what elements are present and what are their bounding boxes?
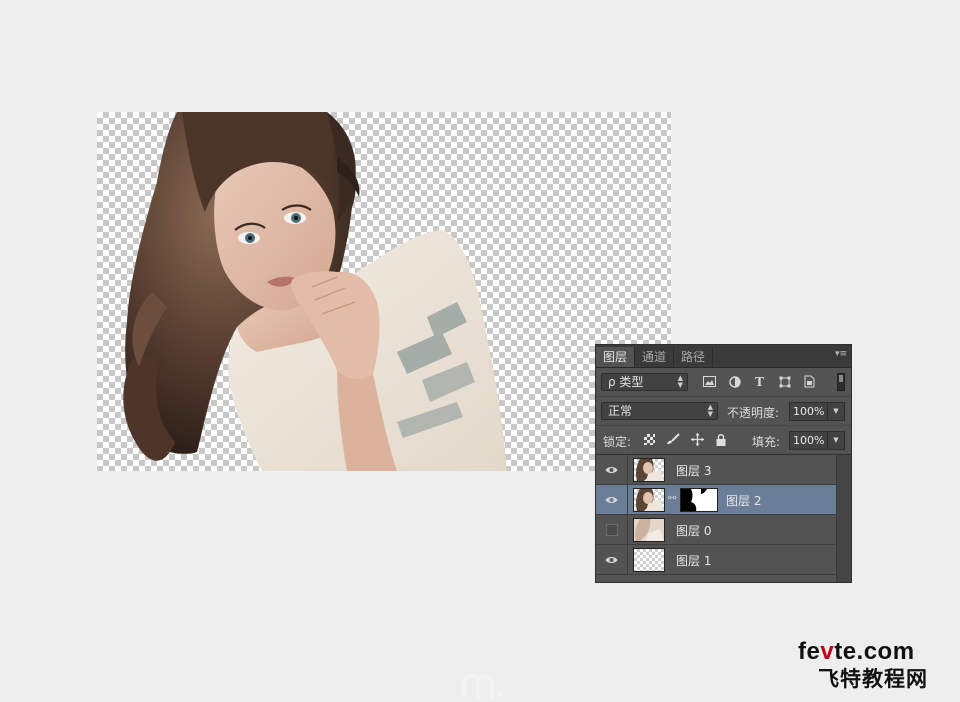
- adjustment-filter-icon[interactable]: [727, 374, 742, 389]
- portrait-image: [123, 112, 508, 471]
- tab-channels[interactable]: 通道: [635, 347, 675, 367]
- type-filter-icon[interactable]: T: [752, 374, 767, 389]
- layer-name: 图层 0: [676, 524, 712, 538]
- tab-layers[interactable]: 图层: [596, 347, 636, 367]
- visibility-toggle[interactable]: [596, 485, 628, 514]
- eye-icon: [605, 466, 618, 473]
- visibility-off-box: [605, 523, 618, 536]
- layer-row[interactable]: 图层 1: [596, 545, 837, 575]
- panel-menu-icon[interactable]: ▾≡: [835, 349, 847, 359]
- image-filter-icon[interactable]: [702, 374, 717, 389]
- layer-thumbnail: [633, 458, 665, 482]
- filter-toggle[interactable]: [837, 373, 845, 391]
- layer-name: 图层 3: [676, 464, 712, 478]
- layer-thumbnail: [633, 548, 665, 572]
- layers-panel: 图层 通道 路径 ▾≡ ρ 类型 ▲ ▼ T 正常 ▲ ▼ 不透明度: 100%…: [595, 344, 852, 583]
- fill-field[interactable]: 100% ▼: [789, 431, 845, 450]
- faint-logo-mark: [462, 672, 506, 698]
- lock-label: 锁定:: [603, 435, 632, 449]
- blend-row: 正常 ▲ ▼ 不透明度: 100% ▼: [596, 397, 851, 426]
- smart-object-filter-icon[interactable]: [802, 374, 817, 389]
- layer-thumbnail: [633, 518, 665, 542]
- lock-position-icon[interactable]: [690, 432, 704, 446]
- dropdown-arrows-icon: ▲ ▼: [707, 403, 713, 418]
- lock-all-icon[interactable]: [714, 432, 728, 446]
- panel-tabs: 图层 通道 路径 ▾≡: [596, 345, 851, 368]
- lock-icons: [642, 432, 728, 446]
- layers-scrollbar[interactable]: [836, 455, 851, 582]
- fill-label: 填充:: [752, 435, 781, 449]
- watermark-cn: 飞特教程网: [818, 667, 928, 691]
- tab-paths[interactable]: 路径: [674, 347, 714, 367]
- document-canvas[interactable]: [97, 112, 671, 471]
- eye-icon: [605, 556, 618, 563]
- layer-row[interactable]: 图层 0: [596, 515, 837, 545]
- layers-list: 图层 3 ⚯ 图层 2 图层 0 图层 1: [596, 455, 837, 582]
- lock-transparency-icon[interactable]: [642, 432, 656, 446]
- opacity-field[interactable]: 100% ▼: [789, 402, 845, 421]
- blend-mode-dropdown[interactable]: 正常 ▲ ▼: [601, 402, 718, 420]
- layer-mask-thumbnail[interactable]: [680, 488, 718, 512]
- filter-type-dropdown[interactable]: ρ 类型 ▲ ▼: [601, 373, 688, 391]
- opacity-label: 不透明度:: [727, 406, 780, 420]
- watermark-url-accent: v: [820, 638, 835, 665]
- watermark-url: fevte.com: [798, 638, 915, 666]
- lock-row: 锁定: 填充: 100% ▼: [596, 426, 851, 455]
- visibility-toggle[interactable]: [596, 455, 628, 484]
- shape-filter-icon[interactable]: [777, 374, 792, 389]
- visibility-toggle[interactable]: [596, 545, 628, 574]
- layer-row[interactable]: 图层 3: [596, 455, 837, 485]
- dropdown-arrows-icon: ▲ ▼: [677, 374, 683, 389]
- fill-dropdown-icon[interactable]: ▼: [827, 432, 844, 449]
- layer-name: 图层 1: [676, 554, 712, 568]
- layer-name: 图层 2: [726, 494, 762, 508]
- fill-value: 100%: [793, 434, 825, 447]
- visibility-toggle[interactable]: [596, 515, 628, 544]
- eye-icon: [605, 496, 618, 503]
- chain-link-icon[interactable]: ⚯: [668, 493, 676, 504]
- layer-filter-row: ρ 类型 ▲ ▼ T: [596, 368, 851, 397]
- watermark-url-part3: te.com: [834, 638, 915, 665]
- filter-type-label: ρ 类型: [608, 375, 644, 389]
- filter-icons: T: [702, 374, 817, 389]
- opacity-value: 100%: [793, 405, 825, 418]
- layer-row-selected[interactable]: ⚯ 图层 2: [596, 485, 837, 515]
- blend-mode-label: 正常: [608, 404, 633, 418]
- watermark-url-part1: fe: [798, 638, 821, 665]
- opacity-dropdown-icon[interactable]: ▼: [827, 403, 844, 420]
- lock-pixels-icon[interactable]: [666, 432, 680, 446]
- layer-thumbnail: [633, 488, 665, 512]
